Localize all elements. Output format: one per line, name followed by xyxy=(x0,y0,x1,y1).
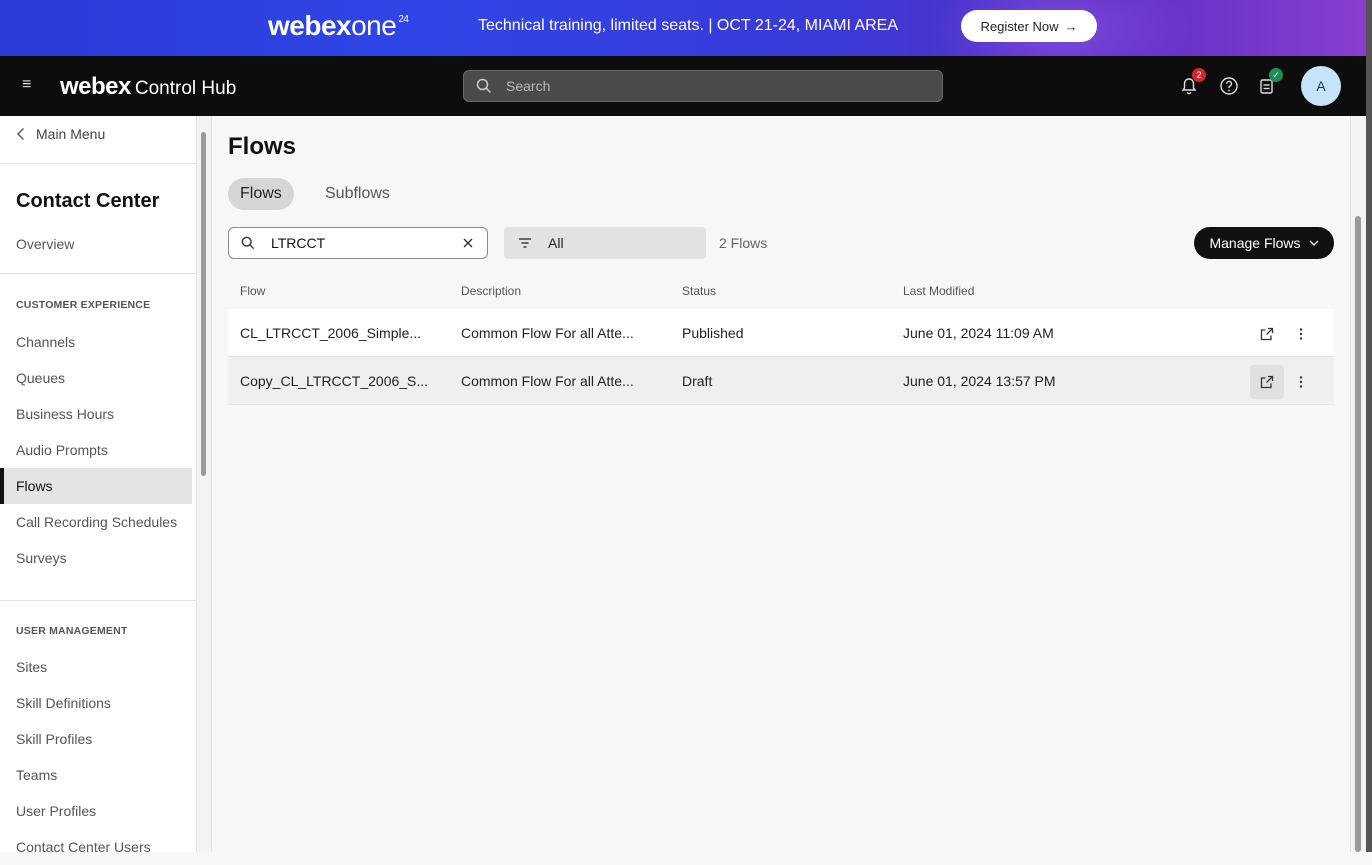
help-icon[interactable] xyxy=(1219,76,1239,96)
sidebar-item-user-profiles[interactable]: User Profiles xyxy=(0,793,192,829)
sidebar-item-channels[interactable]: Channels xyxy=(0,324,192,360)
sidebar: Main Menu Contact Center Overview CUSTOM… xyxy=(0,116,197,855)
window-scrollbar[interactable] xyxy=(1366,0,1372,852)
sidebar-item-queues[interactable]: Queues xyxy=(0,360,192,396)
sidebar-item-teams[interactable]: Teams xyxy=(0,757,192,793)
flow-name-cell[interactable]: CL_LTRCCT_2006_Simple... xyxy=(240,325,421,341)
more-options-icon[interactable] xyxy=(1284,365,1318,399)
webexone-logo: webexone 24 xyxy=(268,10,409,41)
open-external-icon[interactable] xyxy=(1250,365,1284,399)
promo-banner: webexone 24 Technical training, limited s… xyxy=(0,0,1372,56)
status-filter-dropdown[interactable]: All xyxy=(504,227,706,259)
user-avatar[interactable]: A xyxy=(1301,66,1341,106)
sidebar-title: Contact Center xyxy=(16,190,160,212)
status-cell: Published xyxy=(682,325,744,341)
top-navigation-bar: ≡ webex Control Hub xyxy=(0,56,1366,116)
check-status-badge-icon: ✓ xyxy=(1269,68,1283,82)
banner-promo-text: Technical training, limited seats. | OCT… xyxy=(478,17,899,34)
sidebar-divider xyxy=(0,600,196,601)
filter-value: All xyxy=(548,235,564,251)
global-search-bar[interactable] xyxy=(463,70,943,102)
sidebar-scrollbar-thumb[interactable] xyxy=(201,132,206,476)
register-now-button[interactable]: Register Now → xyxy=(961,10,1097,42)
main-scrollbar[interactable] xyxy=(1350,116,1366,852)
section-user-management: USER MANAGEMENT xyxy=(16,625,128,637)
sidebar-item-skill-definitions[interactable]: Skill Definitions xyxy=(0,685,192,721)
main-content: Flows Flows Subflows All 2 Flows Manage … xyxy=(212,116,1350,852)
manage-flows-button[interactable]: Manage Flows xyxy=(1194,227,1334,259)
column-header-flow[interactable]: Flow xyxy=(240,284,265,298)
sidebar-item-surveys[interactable]: Surveys xyxy=(0,540,192,576)
window-scrollbar-thumb[interactable] xyxy=(1366,0,1372,852)
sidebar-divider xyxy=(0,273,196,274)
chevron-down-icon xyxy=(1309,240,1318,246)
description-cell: Common Flow For all Atte... xyxy=(461,325,634,341)
main-menu-label: Main Menu xyxy=(36,126,106,142)
flow-search-input[interactable] xyxy=(271,235,451,251)
sidebar-item-skill-profiles[interactable]: Skill Profiles xyxy=(0,721,192,757)
flow-count: 2 Flows xyxy=(719,235,768,251)
description-cell: Common Flow For all Atte... xyxy=(461,373,634,389)
open-external-icon[interactable] xyxy=(1250,317,1284,351)
sidebar-item-sites[interactable]: Sites xyxy=(0,649,192,685)
filter-icon xyxy=(519,238,531,248)
global-search-input[interactable] xyxy=(506,78,906,94)
table-row[interactable]: CL_LTRCCT_2006_Simple... Common Flow For… xyxy=(228,309,1334,357)
section-customer-experience: CUSTOMER EXPERIENCE xyxy=(16,299,151,311)
sidebar-item-contact-center-users[interactable]: Contact Center Users xyxy=(0,829,192,865)
last-modified-cell: June 01, 2024 11:09 AM xyxy=(903,325,1054,341)
hamburger-menu-icon[interactable]: ≡ xyxy=(22,77,38,93)
last-modified-cell: June 01, 2024 13:57 PM xyxy=(903,373,1056,389)
tab-flows[interactable]: Flows xyxy=(228,178,294,210)
register-now-label: Register Now xyxy=(980,18,1059,34)
control-hub-logo[interactable]: webex Control Hub xyxy=(60,73,236,101)
search-icon xyxy=(476,78,492,94)
notification-count-badge: 2 xyxy=(1192,68,1206,82)
sidebar-item-audio-prompts[interactable]: Audio Prompts xyxy=(0,432,192,468)
table-row[interactable]: Copy_CL_LTRCCT_2006_S... Common Flow For… xyxy=(228,357,1334,405)
column-header-status[interactable]: Status xyxy=(682,284,716,298)
arrow-right-icon: → xyxy=(1064,18,1078,34)
column-header-description[interactable]: Description xyxy=(461,284,521,298)
page-title: Flows xyxy=(228,133,297,160)
tab-subflows[interactable]: Subflows xyxy=(313,178,402,210)
flow-name-cell[interactable]: Copy_CL_LTRCCT_2006_S... xyxy=(240,373,428,389)
sidebar-item-flows[interactable]: Flows xyxy=(0,468,192,504)
sidebar-item-business-hours[interactable]: Business Hours xyxy=(0,396,192,432)
chevron-left-icon xyxy=(16,127,26,141)
clear-search-icon[interactable] xyxy=(461,236,475,250)
flow-search-field[interactable] xyxy=(228,227,488,259)
sidebar-item-call-recording-schedules[interactable]: Call Recording Schedules xyxy=(0,504,192,540)
main-scrollbar-thumb[interactable] xyxy=(1355,216,1361,852)
column-header-last-modified[interactable]: Last Modified xyxy=(903,284,974,298)
sidebar-divider xyxy=(0,163,196,164)
table-header: Flow Description Status Last Modified xyxy=(228,284,1334,308)
manage-flows-label: Manage Flows xyxy=(1209,235,1301,251)
status-cell: Draft xyxy=(682,373,713,389)
sidebar-scrollbar[interactable] xyxy=(197,116,212,852)
sidebar-item-overview[interactable]: Overview xyxy=(0,226,192,262)
main-menu-link[interactable]: Main Menu xyxy=(16,126,105,142)
search-icon xyxy=(241,236,255,250)
more-options-icon[interactable] xyxy=(1284,317,1318,351)
